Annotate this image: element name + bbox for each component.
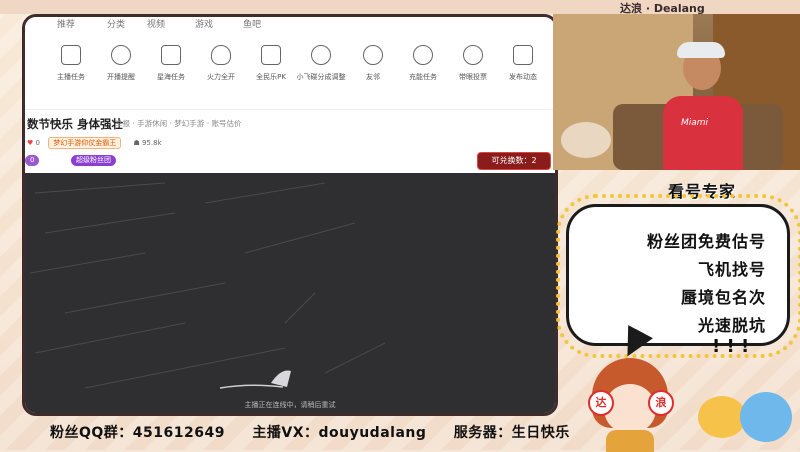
vote-icon [463,45,483,65]
streamer-vx-text: 主播VX：douyudalang [252,425,427,441]
video-player[interactable]: 主播正在连线中，请稍后重试 [25,173,555,413]
room-title: 数节快乐 身体强壮 [27,117,124,131]
cartoon-girl-mascot: 达 浪 [588,354,674,452]
super-fans-button[interactable]: 超级粉丝团 [71,155,116,166]
alarm-clock-icon [111,45,131,65]
fan-group-text: 粉丝QQ群：451612649 [50,425,225,441]
tool-ufo-share[interactable]: 小飞碟分成调整 [291,45,351,82]
server-text: 服务器：生日快乐 [453,425,570,441]
hot-icon: ☗ [133,139,140,147]
tab-category[interactable]: 分类 [107,17,125,30]
tab-video[interactable]: 视频 [147,17,165,30]
heart-icon: ♥ [27,139,34,147]
hot-value: 95.8k [141,139,162,147]
motion-lines [29,182,386,389]
edit-icon [513,45,533,65]
stream-screen: 推荐 分类 视频 游戏 鱼吧 主播任务 开播提醒 星海任务 火力全开 全民乐PK… [22,14,558,416]
tool-post[interactable]: 发布动态 [493,45,553,82]
streamer: Miami [663,38,743,170]
tab-fishbar[interactable]: 鱼吧 [243,17,261,30]
streamer-cap [677,42,725,58]
flame-icon [211,45,231,65]
shield-icon [261,45,281,65]
streamer-jersey: Miami [663,96,743,170]
top-tabs: 推荐 分类 视频 游戏 鱼吧 [25,17,555,31]
top-strip: 达浪 · Dealang [0,0,800,15]
cam-plush-toys [561,122,611,158]
yellow-creature-icon [698,396,746,438]
fan-level-pill[interactable]: 0 [25,155,40,166]
shark-fin-icon [219,370,291,389]
webcam-feed: Miami [553,14,800,170]
promo-line-3: 蜃境包名次 [680,288,766,307]
like-count: 0 [35,139,40,147]
room-info: 数节快乐 身体强壮 举报 · 手游休闲 · 梦幻手游 · 账号估价 ♥ 0 梦幻… [25,109,555,174]
room-subtitle[interactable]: 举报 · 手游休闲 · 梦幻手游 · 账号估价 [115,118,241,129]
mascot-sign-right: 浪 [648,390,674,416]
people-icon [363,45,383,65]
jersey-text: Miami [681,118,709,128]
tab-recommend[interactable]: 推荐 [57,17,75,30]
promo-line-1: 粉丝团免费估号 [646,232,766,251]
promo-exclaim: ! ! ! [712,336,750,357]
tool-bar: 主播任务 开播提醒 星海任务 火力全开 全民乐PK 小飞碟分成调整 友邻 充能任… [25,43,555,105]
blue-creature-icon [740,392,792,442]
gauge-icon [413,45,433,65]
room-stats: ♥ 0 梦幻手游仰仗金霸王 ☗ 95.8k [27,137,162,149]
ad-icon [161,45,181,65]
footer-info: 粉丝QQ群：451612649 主播VX：douyudalang 服务器：生日快… [50,422,592,442]
room-badge[interactable]: 梦幻手游仰仗金霸王 [48,137,122,149]
tool-label: 小飞碟分成调整 [296,73,346,81]
promo-line-2: 飞机找号 [697,260,766,279]
mascot-body [606,430,654,452]
clipboard-icon [61,45,81,65]
video-status-text: 主播正在连线中，请稍后重试 [244,401,336,409]
mascot-sign-left: 达 [588,390,614,416]
tool-label: 发布动态 [509,73,537,81]
exchange-count-badge[interactable]: 可兑换数：2 [477,152,551,170]
promo-line-4: 光速脱坑 [697,316,766,335]
tab-games[interactable]: 游戏 [195,17,213,30]
ufo-icon [311,45,331,65]
